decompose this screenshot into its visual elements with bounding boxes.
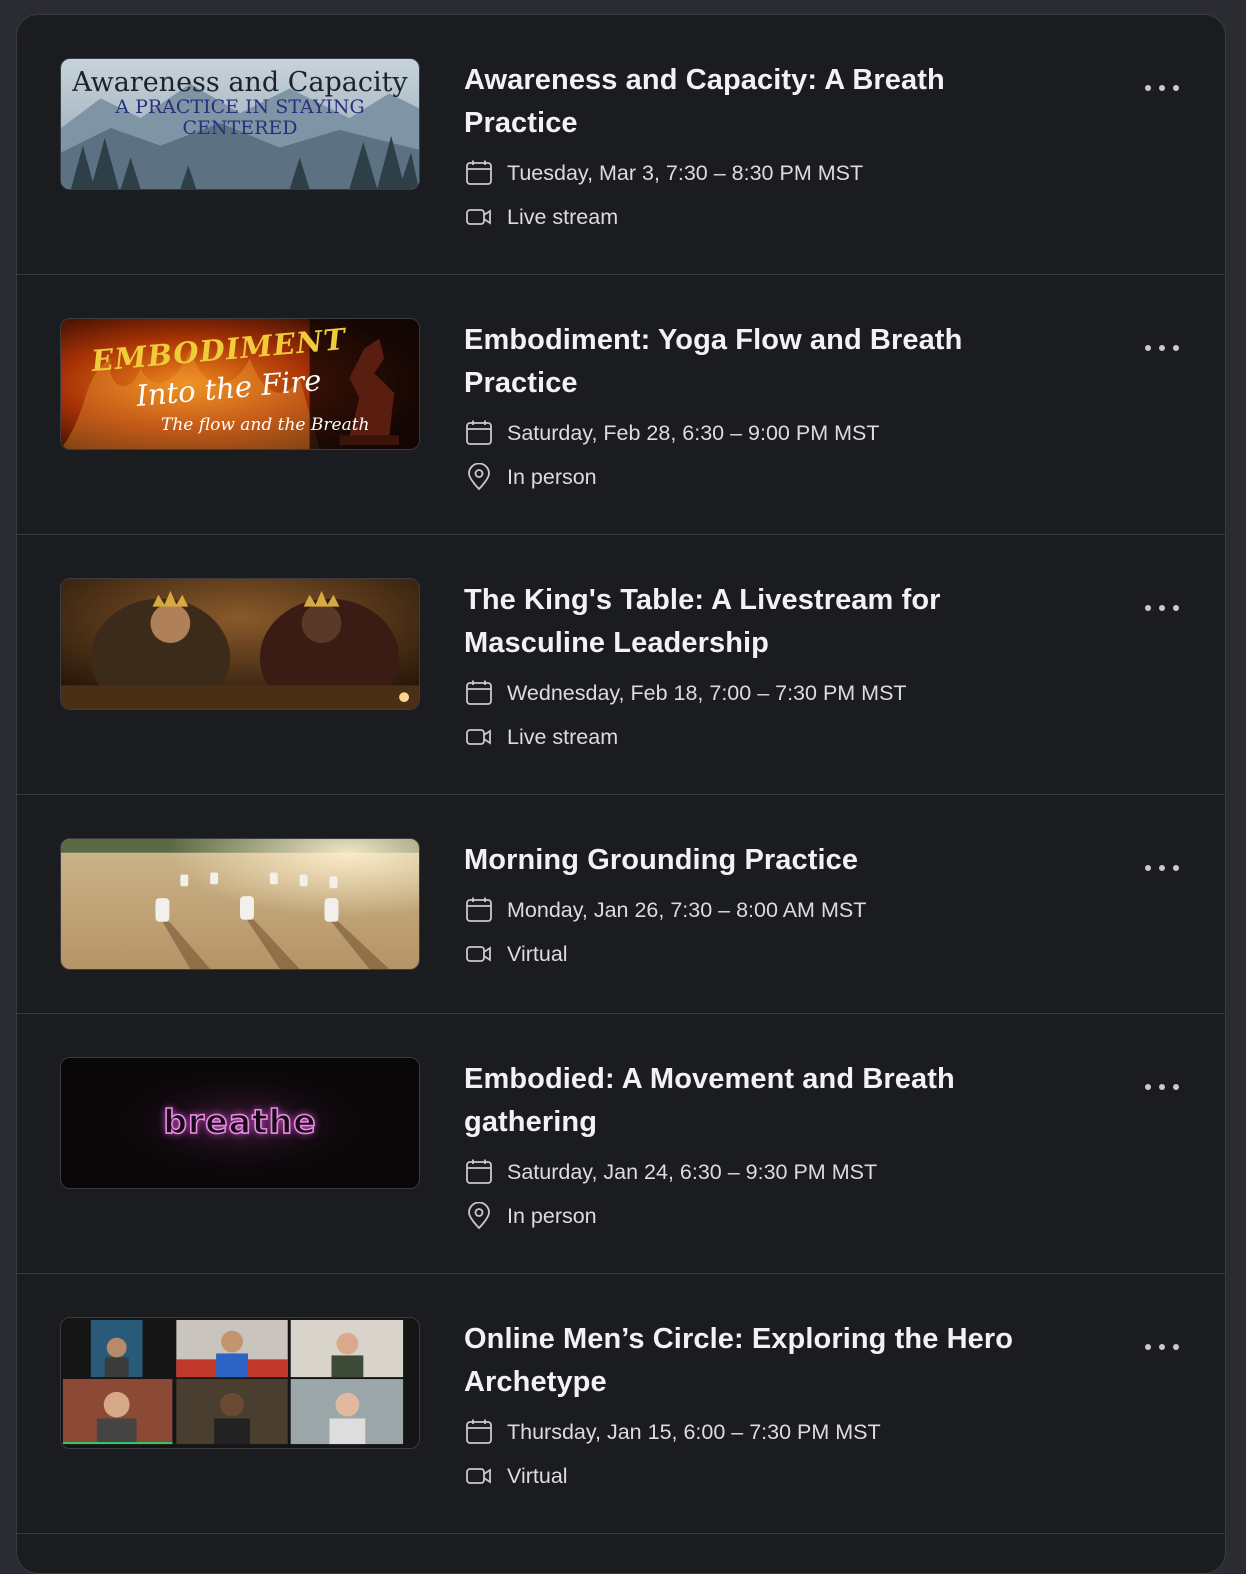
more-options-button[interactable] [1145, 597, 1179, 619]
event-location-text: Virtual [507, 1463, 568, 1488]
event-location-text: Live stream [507, 204, 619, 229]
image-text-line: The flow and the Breath [161, 415, 370, 435]
event-date: Tuesday, Mar 3, 7:30 – 8:30 PM MST [464, 158, 863, 188]
event-image-breathe[interactable]: breathe [60, 1057, 420, 1189]
event-title[interactable]: Embodied: A Movement and Breath gatherin… [464, 1058, 1024, 1144]
event-title[interactable]: Awareness and Capacity: A Breath Practic… [464, 59, 1024, 145]
event-location: Live stream [464, 202, 618, 232]
event-location: In person [464, 1201, 597, 1231]
event-date-text: Saturday, Jan 24, 6:30 – 9:30 PM MST [507, 1159, 878, 1184]
event-location-text: In person [507, 464, 597, 489]
image-text-line: Awareness and Capacity [72, 67, 408, 98]
event-date: Wednesday, Feb 18, 7:00 – 7:30 PM MST [464, 678, 907, 708]
event-image-morning-grounding[interactable] [60, 838, 420, 970]
calendar-icon [464, 158, 494, 188]
map-pin-icon [464, 462, 494, 492]
event-location: Virtual [464, 1461, 568, 1491]
more-options-button[interactable] [1145, 337, 1179, 359]
more-options-button[interactable] [1145, 857, 1179, 879]
calendar-icon [464, 678, 494, 708]
image-text-line: CENTERED [182, 117, 298, 139]
event-location-text: Virtual [507, 941, 568, 966]
event-date-text: Tuesday, Mar 3, 7:30 – 8:30 PM MST [507, 160, 864, 185]
calendar-icon [464, 1417, 494, 1447]
events-list-panel: Awareness and Capacity A PRACTICE IN STA… [16, 14, 1226, 1574]
event-date-text: Monday, Jan 26, 7:30 – 8:00 AM MST [507, 897, 867, 922]
event-title[interactable]: Morning Grounding Practice [464, 839, 1024, 882]
event-location: Live stream [464, 722, 618, 752]
event-date: Monday, Jan 26, 7:30 – 8:00 AM MST [464, 895, 866, 925]
event-title[interactable]: Online Men’s Circle: Exploring the Hero … [464, 1318, 1024, 1404]
video-icon [464, 202, 494, 232]
event-image-awareness[interactable]: Awareness and Capacity A PRACTICE IN STA… [60, 58, 420, 190]
video-icon [464, 1461, 494, 1491]
map-pin-icon [464, 1201, 494, 1231]
event-title[interactable]: The King's Table: A Livestream for Mascu… [464, 579, 1024, 665]
image-text-line: breathe [163, 1101, 317, 1142]
video-icon [464, 722, 494, 752]
event-date-text: Saturday, Feb 28, 6:30 – 9:00 PM MST [507, 420, 880, 445]
event-location-text: Live stream [507, 724, 619, 749]
event-image-mens-circle[interactable] [60, 1317, 420, 1449]
event-image-embodiment[interactable]: EMBODIMENT Into the Fire The flow and th… [60, 318, 420, 450]
calendar-icon [464, 418, 494, 448]
event-title[interactable]: Embodiment: Yoga Flow and Breath Practic… [464, 319, 1024, 405]
calendar-icon [464, 895, 494, 925]
calendar-icon [464, 1157, 494, 1187]
event-date: Saturday, Feb 28, 6:30 – 9:00 PM MST [464, 418, 879, 448]
event-row[interactable]: The King's Table: A Livestream for Mascu… [17, 535, 1225, 795]
more-options-button[interactable] [1145, 1076, 1179, 1098]
event-image-kings-table[interactable] [60, 578, 420, 710]
event-location-text: In person [507, 1203, 597, 1228]
event-date-text: Wednesday, Feb 18, 7:00 – 7:30 PM MST [507, 680, 907, 705]
event-date: Saturday, Jan 24, 6:30 – 9:30 PM MST [464, 1157, 877, 1187]
event-row[interactable]: breathe Embodied: A Movement and Breath … [17, 1014, 1225, 1274]
video-icon [464, 939, 494, 969]
event-location: In person [464, 462, 597, 492]
more-options-button[interactable] [1145, 1336, 1179, 1358]
more-options-button[interactable] [1145, 77, 1179, 99]
event-row[interactable]: EMBODIMENT Into the Fire The flow and th… [17, 275, 1225, 535]
event-row[interactable]: Morning Grounding Practice Monday, Jan 2… [17, 795, 1225, 1014]
event-location: Virtual [464, 939, 568, 969]
event-row[interactable]: Online Men’s Circle: Exploring the Hero … [17, 1274, 1225, 1534]
image-text-line: A PRACTICE IN STAYING [115, 96, 365, 118]
event-date: Thursday, Jan 15, 6:00 – 7:30 PM MST [464, 1417, 881, 1447]
event-row[interactable]: Awareness and Capacity A PRACTICE IN STA… [17, 15, 1225, 275]
event-date-text: Thursday, Jan 15, 6:00 – 7:30 PM MST [507, 1419, 881, 1444]
